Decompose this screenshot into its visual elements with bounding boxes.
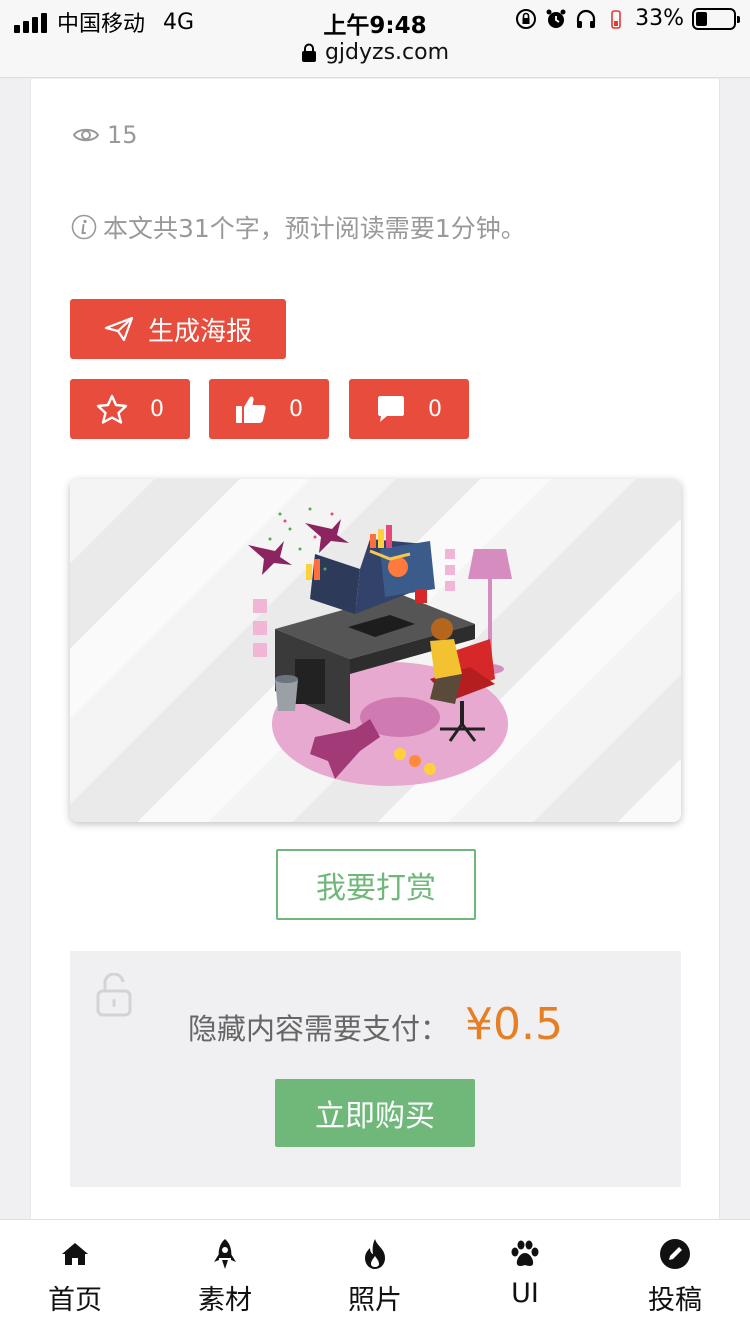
address-bar[interactable]: gjdyzs.com <box>0 40 750 65</box>
reward-button[interactable]: 我要打赏 <box>276 849 476 920</box>
comment-count: 0 <box>428 396 442 422</box>
eye-icon <box>73 128 99 142</box>
tab-home[interactable]: 首页 <box>0 1220 150 1334</box>
comment-button[interactable]: 0 <box>349 379 469 439</box>
url-text: gjdyzs.com <box>324 40 450 65</box>
tab-ui[interactable]: UI <box>450 1220 600 1334</box>
reading-info-text: 本文共31个字，预计阅读需要1分钟。 <box>103 214 526 243</box>
tab-materials[interactable]: 素材 <box>150 1220 300 1334</box>
send-icon <box>104 316 134 342</box>
rotation-lock-icon <box>515 8 537 30</box>
view-count: 15 <box>73 121 138 149</box>
bottom-tab-bar: 首页 素材 照片 UI 投稿 <box>0 1219 750 1334</box>
paywall-price: ¥0.5 <box>465 999 563 1050</box>
paw-icon <box>509 1238 541 1270</box>
fire-icon <box>359 1238 391 1270</box>
info-icon <box>71 214 97 240</box>
tab-submit-label: 投稿 <box>648 1285 702 1316</box>
paywall-box: 隐藏内容需要支付： ¥0.5 立即购买 <box>70 951 681 1187</box>
tab-ui-label: UI <box>511 1278 539 1309</box>
home-icon <box>59 1238 91 1270</box>
article-card: 15 本文共31个字，预计阅读需要1分钟。 生成海报 0 0 0 我要打赏 隐藏… <box>30 79 720 1219</box>
reading-info: 本文共31个字，预计阅读需要1分钟。 <box>71 209 526 245</box>
tab-materials-label: 素材 <box>198 1285 252 1316</box>
tab-home-label: 首页 <box>48 1285 102 1316</box>
paywall-text: 隐藏内容需要支付： ¥0.5 <box>70 999 681 1050</box>
view-count-value: 15 <box>107 121 138 149</box>
favorite-button[interactable]: 0 <box>70 379 190 439</box>
tab-submit[interactable]: 投稿 <box>600 1220 750 1334</box>
like-count: 0 <box>289 396 303 422</box>
headphones-icon <box>575 8 597 30</box>
thumbs-up-icon <box>236 396 266 423</box>
rocket-icon <box>209 1238 241 1270</box>
like-button[interactable]: 0 <box>209 379 329 439</box>
battery-percent: 33% <box>635 6 684 31</box>
paywall-label: 隐藏内容需要支付： <box>188 1012 450 1046</box>
generate-poster-label: 生成海报 <box>147 316 252 347</box>
battery-icon <box>692 7 740 30</box>
alarm-icon <box>545 8 567 30</box>
tab-photos-label: 照片 <box>348 1285 402 1316</box>
star-icon <box>96 394 128 424</box>
favorite-count: 0 <box>150 396 164 422</box>
comment-icon <box>378 396 404 422</box>
low-battery-indicator-icon <box>605 8 627 30</box>
tab-photos[interactable]: 照片 <box>300 1220 450 1334</box>
status-right: 33% <box>515 6 740 31</box>
status-bar: 中国移动 4G 上午9:48 33% gjdyzs.com <box>0 0 750 78</box>
buy-now-button[interactable]: 立即购买 <box>275 1079 475 1147</box>
gaming-desk-illustration <box>248 507 512 786</box>
pencil-icon <box>659 1238 691 1270</box>
article-cover-image <box>70 479 681 822</box>
generate-poster-button[interactable]: 生成海报 <box>70 299 286 359</box>
lock-icon <box>301 43 316 62</box>
